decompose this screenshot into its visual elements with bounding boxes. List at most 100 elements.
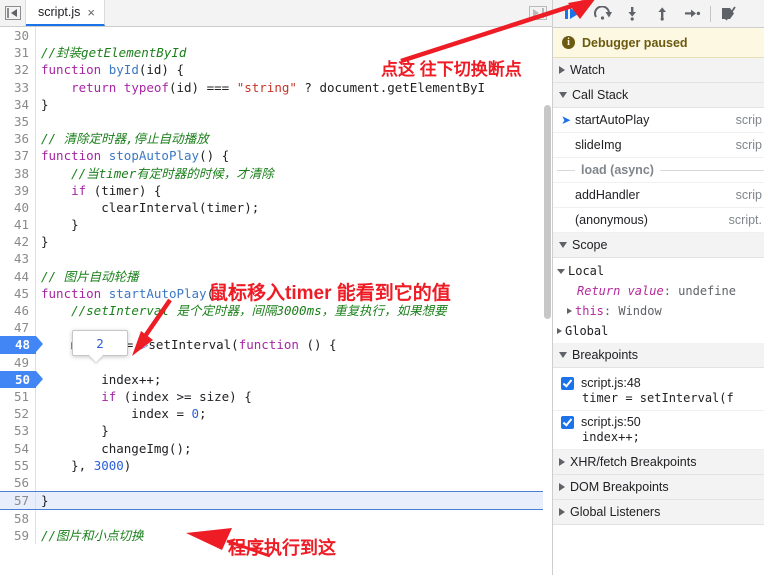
line-number-gutter[interactable]: 40: [0, 198, 36, 217]
code-line[interactable]: 41 }: [0, 216, 552, 234]
code-line[interactable]: 39 if (timer) {: [0, 181, 552, 199]
line-number-gutter[interactable]: 45: [0, 284, 36, 302]
line-number-gutter[interactable]: 35: [0, 112, 36, 131]
tab-bar: script.js ×: [0, 0, 552, 27]
section-breakpoints[interactable]: Breakpoints: [553, 343, 764, 368]
panel-collapse-icon[interactable]: [0, 0, 26, 26]
line-number-gutter[interactable]: 30: [0, 27, 36, 45]
call-stack-frame-location: script.: [728, 213, 762, 227]
section-global-listeners[interactable]: Global Listeners: [553, 500, 764, 525]
line-number-gutter[interactable]: 49: [0, 353, 36, 371]
scope-group-global[interactable]: Global: [553, 321, 764, 341]
call-stack-frame[interactable]: addHandler scrip: [553, 183, 764, 208]
line-number-gutter[interactable]: 51: [0, 387, 36, 406]
code-line-text: [36, 250, 41, 267]
resume-script-execution-button[interactable]: [557, 1, 587, 27]
scope-return-value[interactable]: Return value: undefine: [553, 281, 764, 301]
line-number-gutter[interactable]: 52: [0, 405, 36, 423]
step-out-of-current-function-button[interactable]: [647, 1, 677, 27]
section-scope[interactable]: Scope: [553, 233, 764, 258]
code-line[interactable]: 34}: [0, 95, 552, 113]
line-number-gutter[interactable]: 48: [0, 336, 43, 354]
code-line[interactable]: 58: [0, 510, 552, 528]
code-token: }: [41, 234, 49, 250]
line-number-gutter[interactable]: 54: [0, 439, 36, 457]
scope-group-local[interactable]: Local: [553, 261, 764, 281]
section-xhr-fetch-breakpoints[interactable]: XHR/fetch Breakpoints: [553, 450, 764, 475]
step-over-next-function-call-button[interactable]: [587, 1, 617, 27]
scrollbar-thumb[interactable]: [544, 105, 551, 319]
line-number-gutter[interactable]: 53: [0, 422, 36, 440]
line-number-gutter[interactable]: 43: [0, 250, 36, 268]
breakpoint-location[interactable]: script.js:48: [581, 376, 641, 390]
code-token: setInterval(: [148, 337, 239, 353]
code-line[interactable]: 37 function stopAutoPlay() {: [0, 147, 552, 165]
close-icon[interactable]: ×: [86, 6, 96, 19]
breakpoint-checkbox[interactable]: [561, 415, 574, 429]
call-stack-frame[interactable]: slideImg scrip: [553, 133, 764, 158]
tab-script-js[interactable]: script.js ×: [26, 0, 105, 26]
breakpoint-location[interactable]: script.js:50: [581, 415, 641, 429]
line-number-gutter[interactable]: 47: [0, 319, 36, 337]
call-stack-frame[interactable]: (anonymous) script.: [553, 208, 764, 233]
line-number-gutter[interactable]: 46: [0, 302, 36, 320]
code-token: if: [71, 182, 87, 198]
code-line[interactable]: 30: [0, 27, 552, 45]
line-number-gutter[interactable]: 33: [0, 78, 36, 96]
code-line[interactable]: 50 index++;: [0, 370, 552, 388]
code-line[interactable]: 33 return typeof(id) === "string" ? docu…: [0, 78, 552, 96]
line-number-gutter[interactable]: 41: [0, 216, 36, 234]
line-number-gutter[interactable]: 31: [0, 44, 36, 62]
line-number-gutter[interactable]: 39: [0, 181, 36, 199]
breakpoint-checkbox[interactable]: [561, 376, 574, 390]
line-number-gutter[interactable]: 56: [0, 473, 36, 492]
call-stack-async-separator: load (async): [553, 158, 764, 183]
step-button[interactable]: [677, 1, 707, 27]
line-number-gutter[interactable]: 32: [0, 61, 36, 79]
code-line[interactable]: 51 if (index >= size) {: [0, 387, 552, 406]
code-line[interactable]: 56: [0, 473, 552, 492]
line-number-gutter[interactable]: 38: [0, 164, 36, 182]
info-icon: i: [562, 36, 575, 49]
code-line[interactable]: 36 // 清除定时器,停止自动播放: [0, 130, 552, 148]
line-number-gutter[interactable]: 50: [0, 370, 43, 388]
step-into-next-function-call-button[interactable]: [617, 1, 647, 27]
code-line[interactable]: 52 index = 0;: [0, 405, 552, 423]
line-number-gutter[interactable]: 44: [0, 267, 36, 285]
code-line[interactable]: 38 //当timer有定时器的时候，才清除: [0, 164, 552, 182]
panel-expand-icon[interactable]: [524, 0, 552, 26]
deactivate-breakpoints-button[interactable]: [714, 1, 744, 27]
line-number-gutter[interactable]: 42: [0, 233, 36, 251]
code-line[interactable]: 55 }, 3000): [0, 456, 552, 474]
code-line[interactable]: 57}: [0, 491, 552, 511]
line-number-gutter[interactable]: 55: [0, 456, 36, 474]
code-line[interactable]: 53 }: [0, 422, 552, 440]
section-watch[interactable]: Watch: [553, 58, 764, 83]
section-dom-breakpoints[interactable]: DOM Breakpoints: [553, 475, 764, 500]
code-line[interactable]: 54 changeImg();: [0, 439, 552, 457]
code-line[interactable]: 42}: [0, 233, 552, 251]
call-stack-frame[interactable]: ➤ startAutoPlay scrip: [553, 108, 764, 133]
section-call-stack[interactable]: Call Stack: [553, 83, 764, 108]
line-number-gutter[interactable]: 57: [0, 492, 36, 510]
scope-group-label: Global: [565, 324, 609, 338]
editor-vertical-scrollbar[interactable]: [543, 27, 552, 575]
line-number-gutter[interactable]: 37: [0, 147, 36, 165]
code-line[interactable]: 35: [0, 112, 552, 131]
scope-this[interactable]: this: Window: [553, 301, 764, 321]
code-line[interactable]: 49: [0, 353, 552, 371]
line-number-gutter[interactable]: 36: [0, 130, 36, 148]
line-number-gutter[interactable]: 59: [0, 527, 36, 545]
line-number-gutter[interactable]: 58: [0, 510, 36, 528]
breakpoint-item[interactable]: script.js:48 timer = setInterval(f: [553, 372, 764, 411]
section-dom-label: DOM Breakpoints: [570, 480, 669, 494]
code-line[interactable]: 43: [0, 250, 552, 268]
line-number-gutter[interactable]: 34: [0, 95, 36, 113]
code-line[interactable]: 40 clearInterval(timer);: [0, 198, 552, 217]
code-line-text: return typeof(id) === "string" ? documen…: [36, 79, 485, 96]
breakpoint-item[interactable]: script.js:50 index++;: [553, 411, 764, 450]
